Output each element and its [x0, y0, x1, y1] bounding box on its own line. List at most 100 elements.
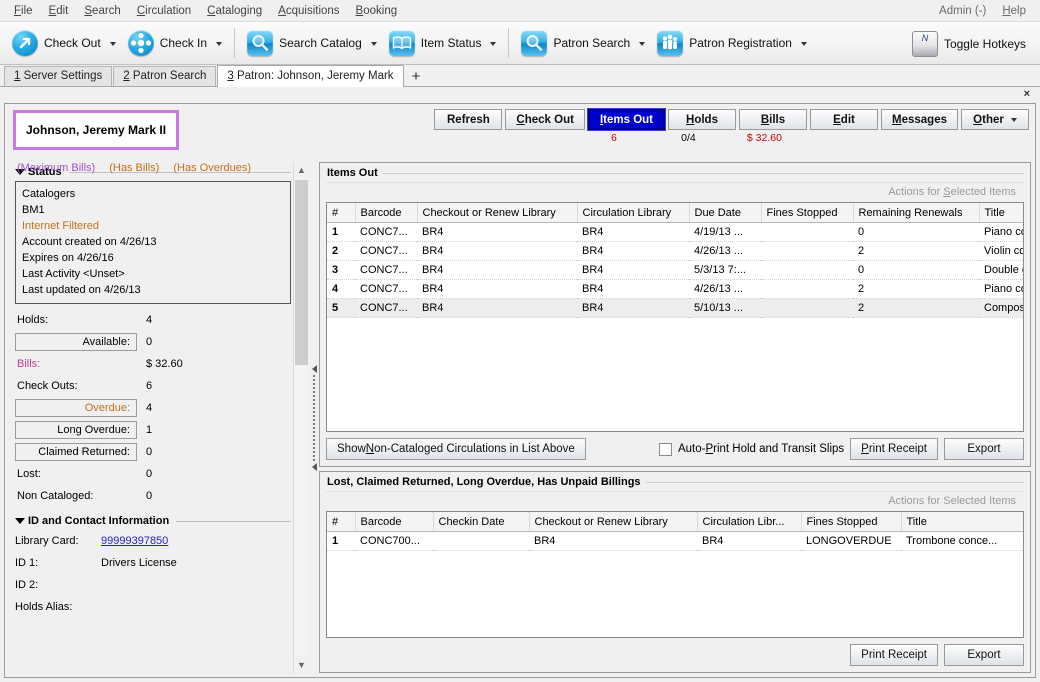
menu-acquisitions[interactable]: Acquisitions [270, 3, 347, 19]
scrollbar-thumb[interactable] [295, 180, 308, 365]
items-out-col-remaining-renewals[interactable]: Remaining Renewals [853, 203, 980, 223]
lost-col-checkout-library[interactable]: Checkout or Renew Library [529, 512, 698, 533]
row-title: Composi... [979, 298, 1023, 318]
items-out-col-title[interactable]: Title [979, 203, 1023, 223]
lost-col-num[interactable]: # [327, 512, 356, 533]
menu-help[interactable]: Help [994, 3, 1034, 19]
menu-admin-label: Admin (-) [939, 4, 987, 17]
table-row[interactable]: 5 CONC7... BR4 BR4 5/10/13 ... 2 Composi… [327, 298, 1023, 318]
items-out-actions-menu[interactable]: Actions for Selected Items [326, 182, 1024, 202]
row-title: Trombone conce... [901, 531, 1023, 552]
toolbar-search-catalog-button[interactable]: Search Catalog [241, 24, 383, 62]
status-box: Catalogers BM1 Internet Filtered Account… [15, 181, 291, 304]
menu-edit[interactable]: Edit [41, 3, 77, 19]
new-tab-button[interactable]: + [405, 68, 428, 86]
edit-button[interactable]: Edit [810, 109, 878, 130]
lost-claimed-actions-menu[interactable]: Actions for Selected Items [326, 491, 1024, 511]
menu-admin[interactable]: Admin (-) [931, 3, 994, 19]
chevron-down-icon[interactable] [370, 42, 377, 46]
panel-splitter[interactable] [309, 162, 319, 673]
items-out-export-button[interactable]: Export [944, 438, 1024, 461]
splitter-collapse-up-icon[interactable] [311, 364, 317, 373]
items-out-col-circulation-library[interactable]: Circulation Library [577, 203, 690, 223]
id-contact-group-header[interactable]: ID and Contact Information [15, 515, 291, 527]
tab-patron-record[interactable]: 3 Patron: Johnson, Jeremy Mark [217, 65, 404, 87]
items-out-table-wrap[interactable]: # Barcode Checkout or Renew Library Circ… [326, 202, 1024, 433]
main-toolbar: Check Out Check In Search Catalog Item S… [0, 21, 1040, 65]
splitter-grip[interactable] [313, 374, 315, 461]
items-out-col-checkout-library[interactable]: Checkout or Renew Library [417, 203, 578, 223]
tab-patron-search[interactable]: 2 Patron Search [113, 66, 217, 86]
toolbar-patron-registration-button[interactable]: Patron Registration [651, 24, 813, 62]
other-button[interactable]: Other [961, 109, 1029, 130]
check-out-acc: C [516, 113, 525, 126]
items-out-col-due-date[interactable]: Due Date [689, 203, 762, 223]
lost-claimed-table-wrap[interactable]: # Barcode Checkin Date Checkout or Renew… [326, 511, 1024, 638]
menu-cataloging-rest: ataloging [215, 4, 263, 17]
menu-circulation-rest: irculation [145, 4, 192, 17]
items-out-col-barcode[interactable]: Barcode [355, 203, 418, 223]
stat-label-claimed-returned[interactable]: Claimed Returned: [15, 443, 137, 461]
table-row[interactable]: 1 CONC700... BR4 BR4 LONGOVERDUE Trombon… [327, 531, 1023, 552]
menu-search[interactable]: Search [76, 3, 128, 19]
chevron-down-icon[interactable] [1010, 117, 1017, 122]
lost-col-fines-stopped[interactable]: Fines Stopped [801, 512, 902, 533]
row-due-date: 4/26/13 ... [689, 241, 761, 261]
menu-file[interactable]: File [6, 3, 41, 19]
items-out-col-fines-stopped[interactable]: Fines Stopped [761, 203, 854, 223]
stat-label-long-overdue[interactable]: Long Overdue: [15, 421, 137, 439]
id-value-id1: Drivers License [101, 557, 177, 569]
sidebar-scrollbar[interactable]: ▲ ▼ [293, 162, 310, 673]
chevron-down-icon[interactable] [490, 42, 497, 46]
toolbar-item-status-button[interactable]: Item Status [383, 24, 503, 62]
status-line-internet-filtered: Internet Filtered [22, 220, 100, 232]
chevron-down-icon[interactable] [639, 42, 646, 46]
show-non-cataloged-button[interactable]: Show Non-Cataloged Circulations in List … [326, 438, 586, 461]
toolbar-check-in-button[interactable]: Check In [122, 24, 228, 62]
lost-col-barcode[interactable]: Barcode [355, 512, 434, 533]
bills-button[interactable]: Bills [739, 109, 807, 130]
items-out-panel: Items Out Actions for Selected Items # B… [319, 162, 1031, 468]
checkbox-box[interactable] [658, 442, 672, 456]
refresh-button[interactable]: Refresh [434, 109, 503, 130]
lost-col-title[interactable]: Title [901, 512, 1023, 533]
lost-col-checkin-date[interactable]: Checkin Date [433, 512, 530, 533]
collapse-triangle-icon[interactable] [15, 518, 25, 524]
toolbar-toggle-hotkeys-button[interactable]: N Toggle Hotkeys [906, 25, 1032, 63]
check-out-button[interactable]: Check Out [505, 109, 585, 130]
menu-booking[interactable]: Booking [348, 3, 406, 19]
lost-export-button[interactable]: Export [944, 644, 1024, 666]
stat-value-available: 0 [146, 336, 153, 348]
table-row[interactable]: 1 CONC7... BR4 BR4 4/19/13 ... 0 Piano c… [327, 222, 1023, 242]
table-row[interactable]: 2 CONC7... BR4 BR4 4/26/13 ... 2 Violin … [327, 241, 1023, 261]
stat-label-available[interactable]: Available: [15, 333, 137, 351]
auto-print-pre: Auto- [677, 443, 706, 456]
messages-button[interactable]: Messages [881, 109, 958, 130]
scroll-up-icon[interactable]: ▲ [293, 162, 310, 178]
tab-server-settings[interactable]: 1 Server Settings [4, 66, 113, 86]
auto-print-checkbox[interactable]: Auto-Print Hold and Transit Slips [658, 442, 844, 456]
menu-cataloging[interactable]: Cataloging [199, 3, 270, 19]
holds-button[interactable]: Holds [668, 109, 736, 130]
table-row[interactable]: 4 CONC7... BR4 BR4 4/26/13 ... 2 Piano c… [327, 279, 1023, 299]
scroll-down-icon[interactable]: ▼ [293, 657, 310, 673]
chevron-down-icon[interactable] [109, 42, 116, 46]
close-icon[interactable]: × [1024, 88, 1030, 100]
menu-circulation[interactable]: Circulation [129, 3, 199, 19]
toolbar-patron-search-button[interactable]: Patron Search [515, 24, 651, 62]
items-out-col-num[interactable]: # [327, 203, 356, 223]
items-out-button[interactable]: Items Out [586, 108, 667, 131]
chevron-down-icon[interactable] [216, 42, 223, 46]
lost-print-receipt-button[interactable]: Print Receipt [850, 644, 938, 666]
flag-has-overdues: (Has Overdues) [173, 162, 251, 174]
splitter-collapse-down-icon[interactable] [311, 462, 317, 471]
table-row[interactable]: 3 CONC7... BR4 BR4 5/3/13 7:... 0 Double… [327, 260, 1023, 280]
library-card-link[interactable]: 99999397850 [101, 535, 168, 547]
row-title: Piano co... [979, 222, 1023, 242]
lost-col-circulation-library[interactable]: Circulation Libr... [697, 512, 802, 533]
stat-label-overdue[interactable]: Overdue: [15, 399, 137, 417]
toolbar-check-out-button[interactable]: Check Out [6, 24, 122, 62]
chevron-down-icon[interactable] [800, 42, 807, 46]
items-out-print-receipt-button[interactable]: Print Receipt [850, 438, 938, 461]
row-num: 2 [327, 241, 355, 261]
